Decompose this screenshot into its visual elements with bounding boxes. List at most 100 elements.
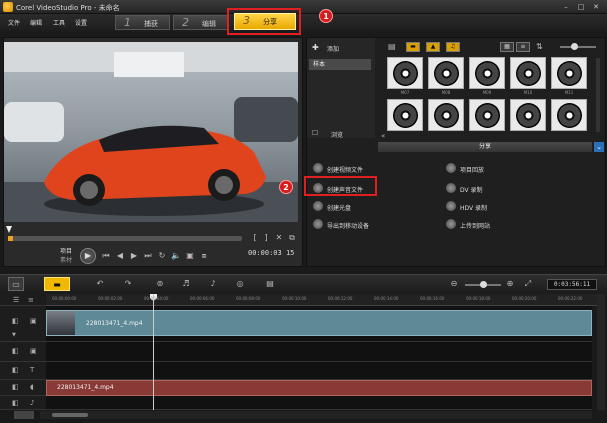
project-playback-icon[interactable] bbox=[446, 163, 456, 173]
library-thumb[interactable] bbox=[469, 57, 505, 89]
thumb-label: M09 bbox=[482, 90, 492, 95]
share-dv-record[interactable]: DV 录制 bbox=[460, 185, 483, 194]
share-export-mobile[interactable]: 导出到移动设备 bbox=[327, 221, 369, 230]
play-button[interactable]: ▶ bbox=[80, 248, 96, 264]
track-visible-icon[interactable]: ◧ bbox=[12, 399, 19, 407]
maximize-button[interactable]: □ bbox=[575, 2, 587, 12]
track-manager-icon[interactable]: ☰ bbox=[13, 296, 19, 304]
sort-icon[interactable]: ⇅ bbox=[536, 42, 543, 51]
hdv-record-icon[interactable] bbox=[446, 201, 456, 211]
motion-track-icon[interactable]: ◎ bbox=[232, 277, 248, 291]
video-file-icon[interactable] bbox=[313, 163, 323, 173]
photo-filter-icon[interactable]: ▲ bbox=[426, 42, 440, 52]
track-expand-icon[interactable]: ▼ bbox=[12, 332, 16, 338]
video-filter-icon[interactable]: ▬ bbox=[406, 42, 420, 52]
library-thumb[interactable] bbox=[387, 99, 423, 131]
add-icon[interactable]: ✚ bbox=[312, 43, 319, 52]
thumb-size-handle[interactable] bbox=[571, 43, 578, 50]
video-track-icon[interactable]: ▣ bbox=[30, 317, 37, 325]
library-thumb[interactable] bbox=[510, 99, 546, 131]
track-visible-icon[interactable]: ◧ bbox=[12, 347, 19, 355]
folder-icon[interactable]: ▤ bbox=[388, 42, 396, 51]
music-track-icon[interactable]: ♪ bbox=[30, 399, 34, 407]
share-create-video[interactable]: 创建视频文件 bbox=[327, 165, 363, 174]
library-thumb[interactable] bbox=[428, 57, 464, 89]
timeline-zoom-toggle[interactable] bbox=[14, 411, 34, 419]
hscroll-thumb[interactable] bbox=[52, 413, 88, 417]
library-scrollbar[interactable] bbox=[596, 58, 600, 132]
library-category-sample[interactable]: 样本 bbox=[309, 59, 371, 70]
share-hdv-record[interactable]: HDV 录制 bbox=[460, 203, 487, 212]
audio-filter-icon[interactable]: ♫ bbox=[446, 42, 460, 52]
mark-out-icon[interactable]: ] bbox=[261, 233, 271, 243]
library-thumb[interactable] bbox=[551, 99, 587, 131]
expand-options-icon[interactable]: ⌄ bbox=[594, 142, 604, 152]
browse-label[interactable]: 浏览 bbox=[331, 130, 343, 139]
next-frame-icon[interactable]: ▶ bbox=[129, 251, 139, 261]
mobile-device-icon[interactable] bbox=[313, 219, 323, 229]
ruler-tick-label: 00:00:16:00 bbox=[420, 296, 445, 301]
mark-in-icon[interactable]: [ bbox=[250, 233, 260, 243]
snapshot-icon[interactable]: ⧈ bbox=[199, 251, 209, 261]
overlay-track-icon[interactable]: ▣ bbox=[30, 347, 37, 355]
menu-tools[interactable]: 工具 bbox=[53, 18, 65, 27]
timeline-view-icon[interactable]: ▬ bbox=[44, 277, 70, 291]
disc-icon[interactable] bbox=[313, 201, 323, 211]
redo-icon[interactable]: ↷ bbox=[120, 277, 136, 291]
timeline-vscroll[interactable] bbox=[597, 294, 605, 410]
ruler-tick-label: 00:00:04:00 bbox=[144, 296, 169, 301]
upload-web-icon[interactable] bbox=[446, 219, 456, 229]
cut-icon[interactable]: ✕ bbox=[274, 233, 284, 243]
repeat-icon[interactable]: ↻ bbox=[157, 251, 167, 261]
menu-settings[interactable]: 设置 bbox=[75, 18, 87, 27]
thumb-size-slider[interactable] bbox=[560, 46, 596, 48]
fit-project-icon[interactable]: ⤢ bbox=[520, 277, 536, 291]
share-create-disc[interactable]: 创建光盘 bbox=[327, 203, 351, 212]
volume-icon[interactable]: 🔈 bbox=[171, 251, 181, 261]
prev-frame-icon[interactable]: ◀ bbox=[115, 251, 125, 261]
chapter-icon[interactable]: ≡ bbox=[28, 296, 34, 304]
undo-icon[interactable]: ↶ bbox=[92, 277, 108, 291]
track-visible-icon[interactable]: ◧ bbox=[12, 317, 19, 325]
zoom-handle[interactable] bbox=[480, 281, 487, 288]
library-thumb[interactable] bbox=[510, 57, 546, 89]
library-thumb[interactable] bbox=[551, 57, 587, 89]
timeline-hscroll[interactable] bbox=[40, 411, 592, 419]
list-view-icon[interactable]: ≡ bbox=[516, 42, 530, 52]
tab-capture[interactable]: 1 捕获 bbox=[115, 15, 170, 30]
tab-edit[interactable]: 2 编辑 bbox=[173, 15, 228, 30]
auto-music-icon[interactable]: ♪ bbox=[205, 277, 221, 291]
grid-view-icon[interactable]: ▦ bbox=[500, 42, 514, 52]
library-thumb[interactable] bbox=[469, 99, 505, 131]
start-icon[interactable]: ⏮ bbox=[101, 251, 111, 261]
library-thumb[interactable] bbox=[387, 57, 423, 89]
minimize-button[interactable]: – bbox=[560, 2, 572, 12]
share-upload-web[interactable]: 上传到网站 bbox=[460, 221, 490, 230]
subtitle-icon[interactable]: ▤ bbox=[262, 277, 278, 291]
voice-track-icon[interactable]: ◖ bbox=[30, 383, 34, 391]
library-thumb[interactable] bbox=[428, 99, 464, 131]
dv-record-icon[interactable] bbox=[446, 183, 456, 193]
sound-mixer-icon[interactable]: ♬ bbox=[178, 277, 194, 291]
clip-mode-label[interactable]: 素材 bbox=[60, 255, 72, 264]
zoom-in-icon[interactable]: ⊕ bbox=[502, 277, 518, 291]
title-track-icon[interactable]: T bbox=[30, 366, 34, 374]
record-capture-icon[interactable]: ⊚ bbox=[152, 277, 168, 291]
scrub-bar[interactable] bbox=[8, 236, 242, 241]
browse-icon[interactable]: ☐ bbox=[312, 129, 318, 137]
share-project-playback[interactable]: 项目回放 bbox=[460, 165, 484, 174]
project-mode-label[interactable]: 项目 bbox=[60, 246, 72, 255]
zoom-out-icon[interactable]: ⊖ bbox=[446, 277, 462, 291]
audio-clip[interactable] bbox=[46, 380, 592, 396]
track-visible-icon[interactable]: ◧ bbox=[12, 383, 19, 391]
hd-preview-icon[interactable]: ▣ bbox=[185, 251, 195, 261]
track-visible-icon[interactable]: ◧ bbox=[12, 366, 19, 374]
menu-file[interactable]: 文件 bbox=[8, 18, 20, 27]
close-button[interactable]: ✕ bbox=[590, 2, 602, 12]
add-folder-label[interactable]: 添加 bbox=[327, 44, 339, 53]
end-icon[interactable]: ⏭ bbox=[143, 251, 153, 261]
enlarge-icon[interactable]: ⧉ bbox=[287, 233, 297, 243]
menu-edit[interactable]: 编辑 bbox=[30, 18, 42, 27]
storyboard-view-icon[interactable]: ▭ bbox=[8, 277, 24, 291]
collapse-panel-icon[interactable]: « bbox=[381, 132, 385, 140]
